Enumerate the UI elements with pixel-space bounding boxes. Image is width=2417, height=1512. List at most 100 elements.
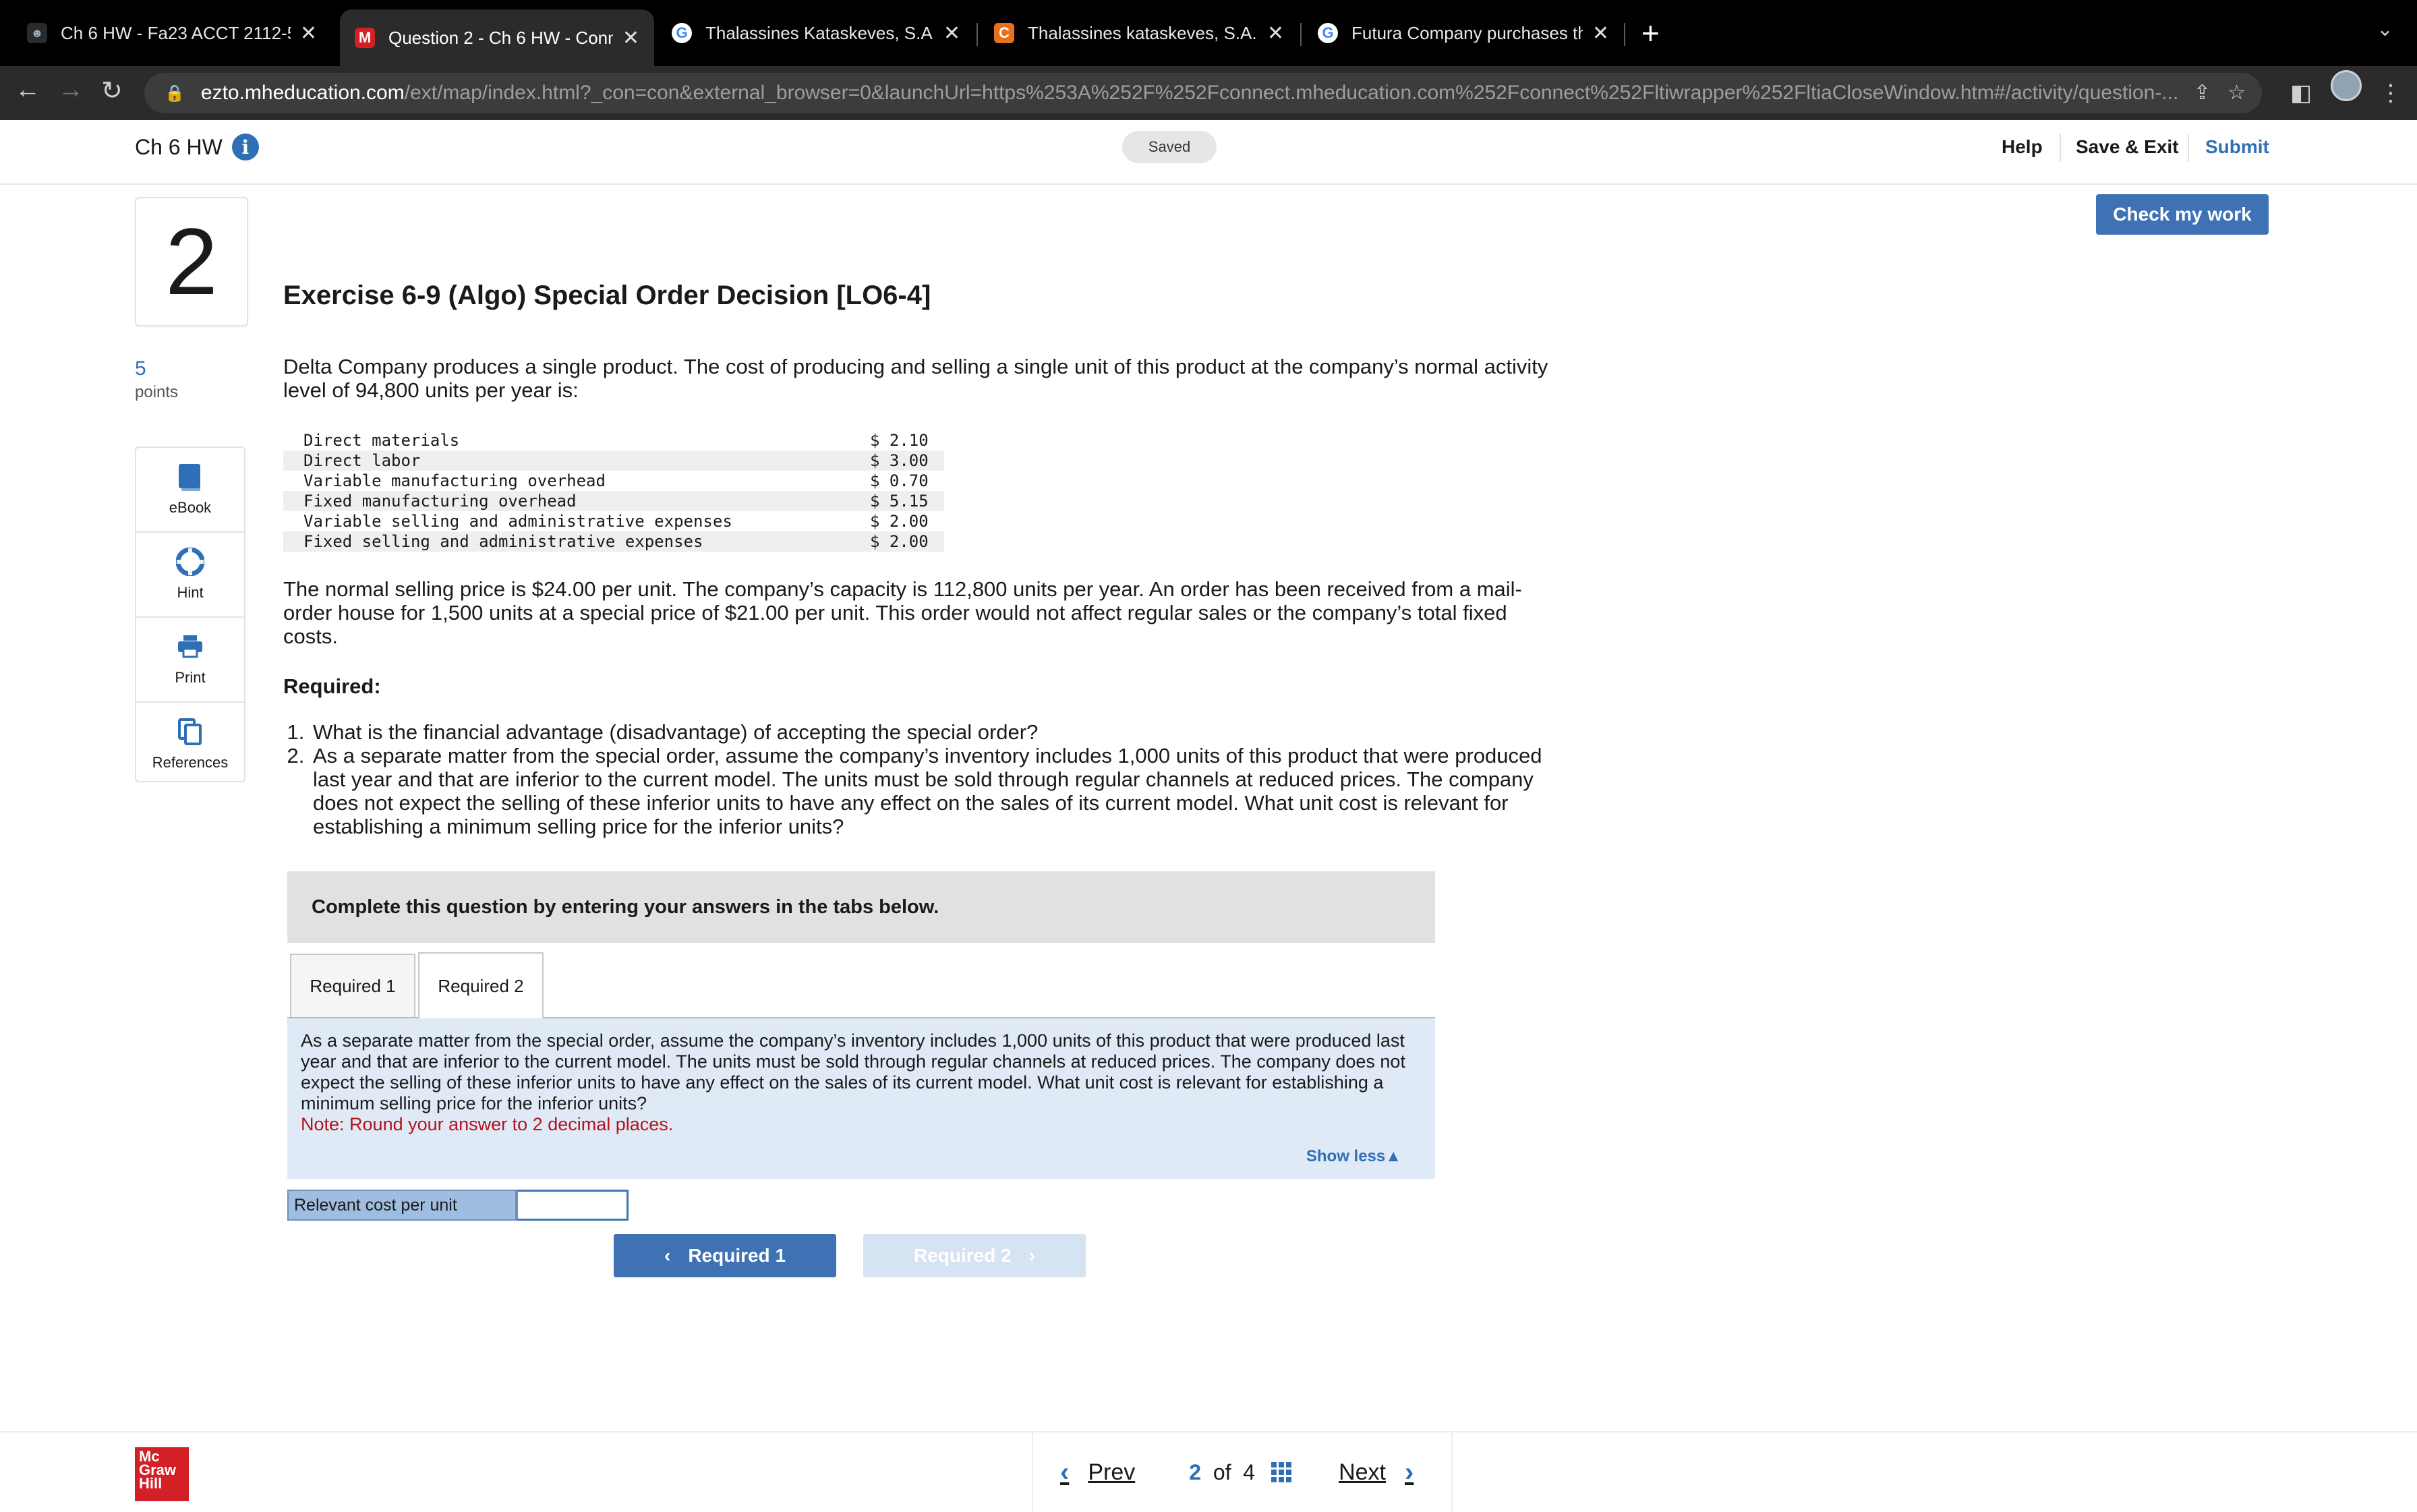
save-exit-link[interactable]: Save & Exit: [2076, 136, 2179, 158]
cost-label: Variable manufacturing overhead: [303, 471, 606, 490]
rounding-note: Note: Round your answer to 2 decimal pla…: [301, 1114, 674, 1134]
required-list: What is the financial advantage (disadva…: [283, 720, 1578, 838]
next-required-button[interactable]: Required 2 ›: [863, 1234, 1086, 1277]
question-tools: eBook Hint Print References: [135, 446, 245, 782]
question-counter[interactable]: 2 of 4: [1189, 1460, 1292, 1485]
answer-row: Relevant cost per unit: [287, 1190, 629, 1221]
grid-icon[interactable]: [1271, 1462, 1292, 1482]
cost-label: Fixed manufacturing overhead: [283, 491, 856, 511]
next-question-link[interactable]: Next ›: [1339, 1457, 1414, 1488]
cost-label: Direct labor: [283, 450, 856, 471]
tab-divider: [977, 23, 978, 46]
cost-table: Direct materials $ 2.10 Direct labor $ 3.00…: [283, 430, 944, 552]
tab-favicon-icon: ☻: [27, 23, 47, 43]
footer: Mc Graw Hill ‹ Prev 2 of 4 Next ›: [0, 1431, 2417, 1512]
mcgraw-hill-logo: Mc Graw Hill: [135, 1447, 189, 1501]
forward-arrow-icon[interactable]: →: [58, 76, 84, 105]
previous-required-button[interactable]: ‹ Required 1: [614, 1234, 836, 1277]
tab-required-1[interactable]: Required 1: [290, 954, 415, 1017]
question-intro: Delta Company produces a single product.…: [283, 355, 1548, 402]
reload-icon[interactable]: ↻: [101, 76, 123, 106]
scenario-text: The normal selling price is $24.00 per u…: [283, 577, 1522, 648]
cost-row: Direct labor $ 3.00: [283, 450, 944, 471]
close-tab-icon[interactable]: ✕: [943, 22, 960, 45]
panel-question-text: As a separate matter from the special or…: [301, 1030, 1405, 1113]
required-item: As a separate matter from the special or…: [310, 744, 1578, 838]
cost-label: Variable selling and administrative expe…: [303, 512, 732, 531]
side-panel-icon[interactable]: ◧: [2290, 80, 2312, 107]
print-button[interactable]: Print: [136, 618, 244, 703]
printer-icon: [177, 633, 204, 664]
check-my-work-button[interactable]: Check my work: [2096, 194, 2269, 235]
browser-tab-1[interactable]: ☻ Ch 6 HW - Fa23 ACCT 2112-5 ✕: [12, 9, 332, 57]
cost-row: Variable selling and administrative expe…: [283, 511, 944, 531]
header-divider: [2060, 134, 2061, 162]
back-arrow-icon[interactable]: ←: [15, 76, 40, 105]
cost-amount: $ 2.00: [870, 512, 929, 531]
chegg-favicon-icon: C: [994, 23, 1014, 43]
answer-label: Relevant cost per unit: [287, 1190, 517, 1221]
browser-tab-2[interactable]: M Question 2 - Ch 6 HW - Conne ✕: [340, 9, 654, 66]
instructions-banner: Complete this question by entering your …: [287, 871, 1435, 943]
tab-divider: [1300, 23, 1302, 46]
new-tab-icon[interactable]: +: [1641, 15, 1660, 51]
hint-button[interactable]: Hint: [136, 533, 244, 618]
app-header: Ch 6 HW i Saved Help Save & Exit Submit: [0, 120, 2417, 185]
points-indicator: 5 points: [135, 357, 179, 401]
browser-toolbar: ← → ↻ 🔒 ezto.mheducation.com/ext/map/ind…: [0, 66, 2417, 120]
cost-amount: $ 5.15: [856, 491, 944, 511]
required-2-panel: As a separate matter from the special or…: [287, 1018, 1435, 1179]
browser-tab-4[interactable]: C Thalassines kataskeves, S.A., ✕: [979, 9, 1299, 57]
share-icon[interactable]: ⇪: [2194, 82, 2211, 104]
browser-tab-bar: ☻ Ch 6 HW - Fa23 ACCT 2112-5 ✕ M Questio…: [0, 0, 2417, 66]
ebook-button[interactable]: eBook: [136, 448, 244, 533]
submit-link[interactable]: Submit: [2205, 136, 2269, 158]
tab-divider: [1624, 23, 1625, 46]
google-favicon-icon: G: [672, 23, 692, 43]
cost-label: Direct materials: [303, 431, 460, 450]
show-less-toggle[interactable]: Show less▲: [1306, 1146, 1401, 1167]
browser-menu-icon[interactable]: ⋮: [2379, 80, 2402, 107]
mcgraw-favicon-icon: M: [355, 28, 375, 48]
tab-search-chevron-icon[interactable]: ⌄: [2377, 18, 2393, 41]
cost-amount: $ 3.00: [856, 450, 944, 471]
close-tab-icon[interactable]: ✕: [1592, 22, 1609, 45]
address-bar[interactable]: 🔒 ezto.mheducation.com/ext/map/index.htm…: [144, 73, 2262, 113]
chevron-left-icon: ‹: [1060, 1457, 1070, 1487]
header-divider: [2188, 134, 2189, 162]
relevant-cost-input[interactable]: [517, 1190, 629, 1221]
question-pager: ‹ Prev 2 of 4 Next ›: [1032, 1432, 1453, 1512]
lifebuoy-icon: [175, 547, 205, 579]
close-tab-icon[interactable]: ✕: [300, 22, 317, 45]
cost-row: Variable manufacturing overhead $ 0.70: [283, 471, 944, 491]
close-tab-icon[interactable]: ✕: [1267, 22, 1284, 45]
prev-question-link[interactable]: ‹ Prev: [1060, 1457, 1135, 1488]
book-icon: [177, 463, 203, 494]
profile-avatar-icon[interactable]: [2331, 70, 2362, 101]
required-tabs: Required 1 Required 2: [287, 951, 1435, 1018]
cost-row: Direct materials $ 2.10: [283, 430, 944, 450]
question-number: 2: [135, 197, 248, 326]
assignment-title: Ch 6 HW i: [135, 134, 259, 161]
browser-tab-3[interactable]: G Thalassines Kataskeves, S.A., ✕: [657, 9, 975, 57]
exercise-title: Exercise 6-9 (Algo) Special Order Decisi…: [283, 281, 931, 310]
cost-amount: $ 2.10: [870, 431, 929, 450]
tab-required-2[interactable]: Required 2: [418, 952, 544, 1018]
google-favicon-icon: G: [1318, 23, 1338, 43]
chevron-right-icon: ›: [1405, 1457, 1414, 1487]
close-tab-icon[interactable]: ✕: [622, 26, 639, 50]
references-button[interactable]: References: [136, 703, 244, 786]
chevron-left-icon: ‹: [664, 1245, 671, 1266]
lock-icon: 🔒: [165, 84, 185, 103]
info-icon[interactable]: i: [231, 134, 259, 161]
cost-amount: $ 0.70: [870, 471, 929, 490]
cost-row: Fixed manufacturing overhead $ 5.15: [283, 491, 944, 511]
triangle-up-icon: ▲: [1385, 1147, 1401, 1165]
bookmark-star-icon[interactable]: ☆: [2227, 82, 2246, 104]
required-heading: Required:: [283, 674, 381, 698]
browser-tab-5[interactable]: G Futura Company purchases th ✕: [1303, 9, 1624, 57]
cost-amount: $ 2.00: [856, 531, 944, 552]
cost-row: Fixed selling and administrative expense…: [283, 531, 944, 552]
help-link[interactable]: Help: [2002, 136, 2043, 158]
cost-label: Fixed selling and administrative expense…: [283, 531, 856, 552]
